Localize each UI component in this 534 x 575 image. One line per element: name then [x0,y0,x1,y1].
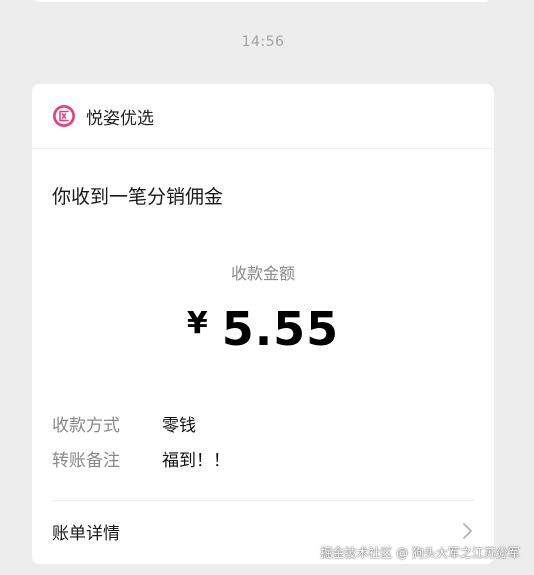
brand-name: 悦姿优选 [86,108,154,129]
card-header[interactable]: 悦姿优选 [32,84,494,149]
payment-method-row: 收款方式 零钱 [52,411,196,436]
transfer-note-row: 转账备注 福到！！ [52,446,230,471]
message-timestamp: 14:56 [241,34,285,50]
bill-details-label: 账单详情 [52,523,120,544]
transfer-note-value: 福到！！ [162,451,230,471]
watermark: 掘金技术社区 @ 狗头大军之江苏分军 [320,546,520,560]
payment-notification-card[interactable]: 悦姿优选 你收到一笔分销佣金 收款金额 ¥5.55 收款方式 零钱 转账备注 福… [32,84,494,564]
amount-label: 收款金额 [230,264,295,283]
notification-title: 你收到一笔分销佣金 [52,186,224,208]
bill-details-link[interactable]: 账单详情 [52,516,474,546]
amount-value: 5.55 [221,302,340,356]
divider [52,500,474,501]
previous-message-card [32,0,492,2]
amount-display: ¥5.55 [32,302,494,356]
brand-logo-icon [52,104,76,128]
chevron-right-icon [460,522,474,540]
payment-method-label: 收款方式 [52,416,120,436]
payment-method-value: 零钱 [162,416,196,436]
currency-symbol: ¥ [186,306,208,341]
transfer-note-label: 转账备注 [52,451,120,471]
